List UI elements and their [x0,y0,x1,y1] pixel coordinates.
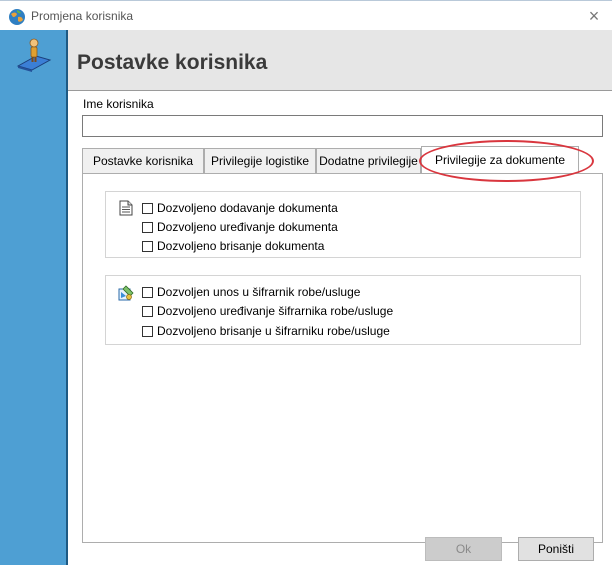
catalog-edit-icon [118,285,134,301]
checkbox-label: Dozvoljeno brisanje dokumenta [157,239,325,253]
tab-postavke-korisnika[interactable]: Postavke korisnika [82,148,204,173]
tab-privilegije-za-dokumente[interactable]: Privilegije za dokumente [421,146,579,173]
checkbox-unos-sifrarnik[interactable]: Dozvoljen unos u šifrarnik robe/usluge [142,285,360,299]
checkbox-uredivanje-sifrarnika[interactable]: Dozvoljeno uređivanje šifrarnika robe/us… [142,304,393,318]
documents-group: Dozvoljeno dodavanje dokumenta Dozvoljen… [105,191,581,258]
tab-label: Privilegije logistike [210,154,310,168]
ime-korisnika-label: Ime korisnika [83,97,154,111]
user-settings-icon [16,38,52,72]
checkbox-label: Dozvoljeno uređivanje dokumenta [157,220,338,234]
cancel-button[interactable]: Poništi [518,537,594,561]
tab-panel-privilegije-za-dokumente: Dozvoljeno dodavanje dokumenta Dozvoljen… [82,173,603,543]
document-icon [119,200,133,216]
checkbox-box[interactable] [142,240,153,252]
tab-label: Dodatne privilegije [319,154,418,168]
checkbox-label: Dozvoljeno dodavanje dokumenta [157,201,338,215]
window-title: Promjena korisnika [31,9,134,23]
checkbox-uredivanje-dokumenta[interactable]: Dozvoljeno uređivanje dokumenta [142,220,338,234]
checkbox-box[interactable] [142,202,153,214]
checkbox-dodavanje-dokumenta[interactable]: Dozvoljeno dodavanje dokumenta [142,201,338,215]
page-header: Postavke korisnika [68,30,612,91]
catalog-group: Dozvoljen unos u šifrarnik robe/usluge D… [105,275,581,345]
ok-button[interactable]: Ok [425,537,502,561]
tab-privilegije-logistike[interactable]: Privilegije logistike [204,148,316,173]
checkbox-label: Dozvoljeno uređivanje šifrarnika robe/us… [157,304,394,318]
close-button[interactable]: × [576,1,612,31]
ime-korisnika-input[interactable] [82,115,603,137]
side-strip [0,30,66,565]
checkbox-box[interactable] [142,286,153,298]
title-bar: Promjena korisnika × [0,0,612,30]
strip-divider [66,30,68,565]
checkbox-brisanje-dokumenta[interactable]: Dozvoljeno brisanje dokumenta [142,239,324,253]
checkbox-box[interactable] [142,325,153,337]
checkbox-box[interactable] [142,221,153,233]
tab-dodatne-privilegije[interactable]: Dodatne privilegije [316,148,421,173]
tab-bar: Postavke korisnika Privilegije logistike… [82,146,603,174]
checkbox-brisanje-sifrarnik[interactable]: Dozvoljeno brisanje u šifrarniku robe/us… [142,324,390,338]
checkbox-label: Dozvoljen unos u šifrarnik robe/usluge [157,285,361,299]
globe-app-icon [9,9,25,25]
tab-label: Privilegije za dokumente [434,153,566,167]
checkbox-box[interactable] [142,305,153,317]
tab-label: Postavke korisnika [92,154,194,168]
checkbox-label: Dozvoljeno brisanje u šifrarniku robe/us… [157,324,390,338]
close-icon: × [588,5,600,26]
page-title: Postavke korisnika [77,51,268,74]
